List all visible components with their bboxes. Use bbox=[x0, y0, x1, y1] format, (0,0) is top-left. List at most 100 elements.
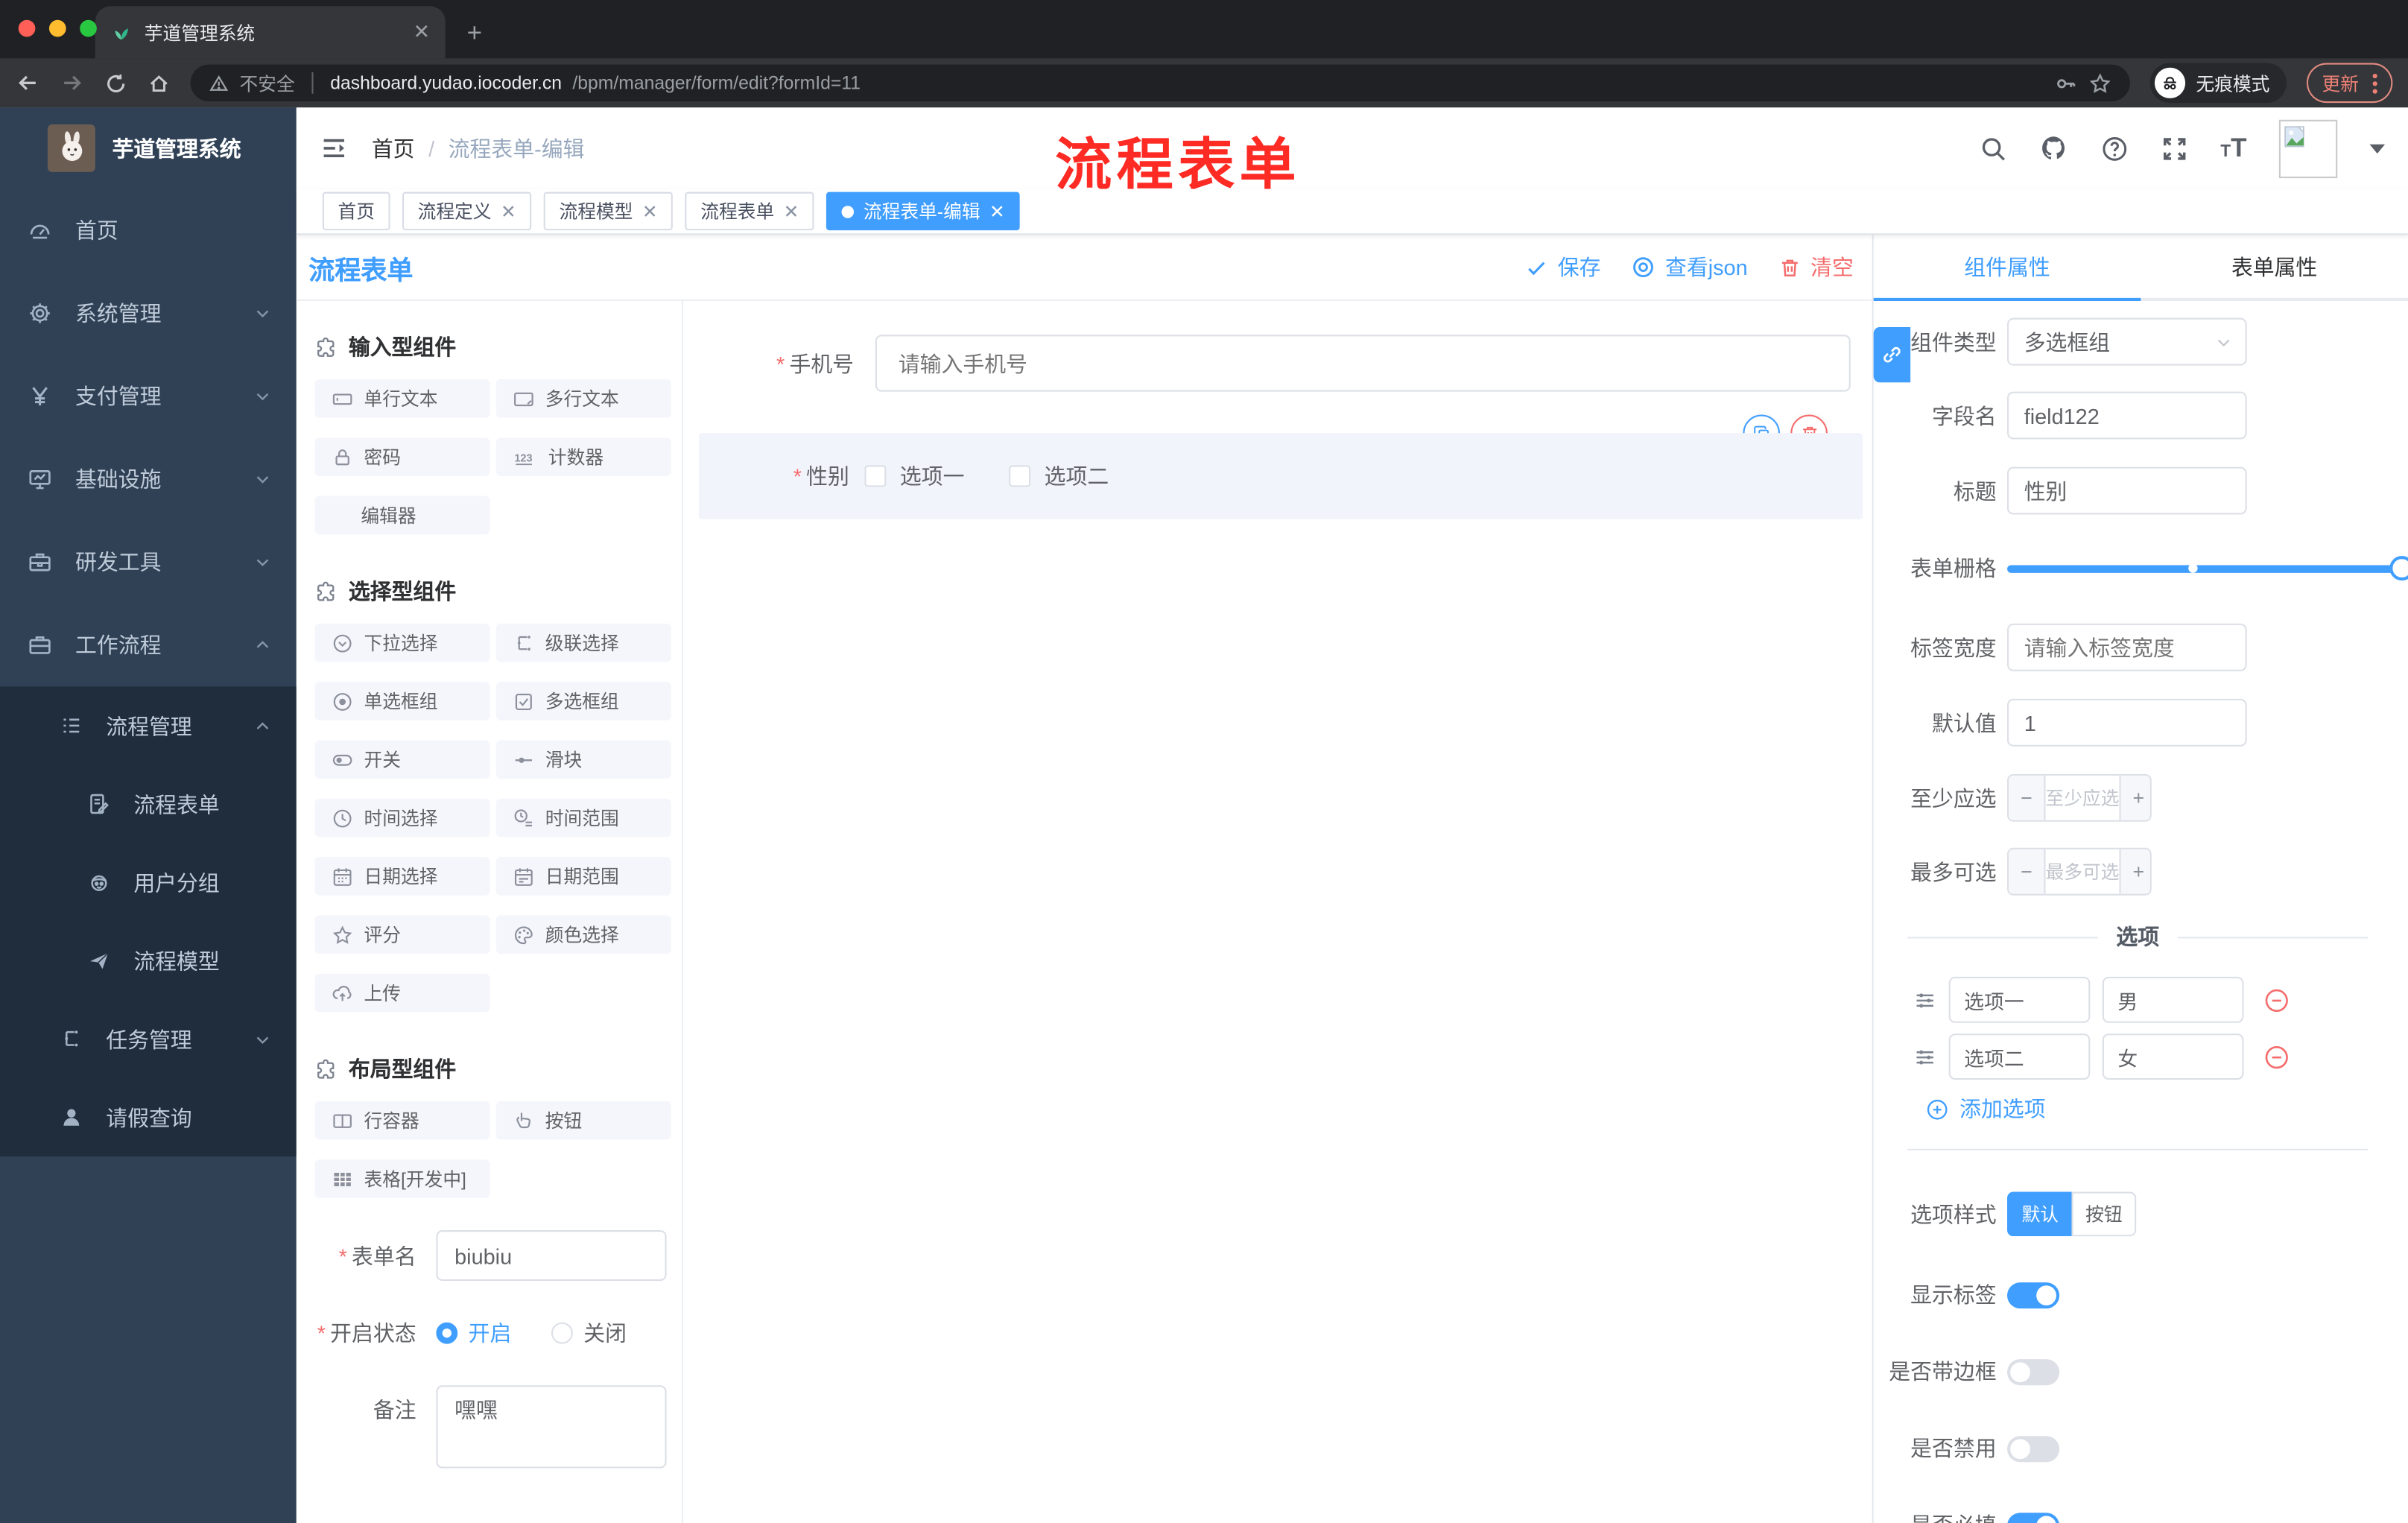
hamburger-icon[interactable] bbox=[320, 133, 349, 162]
tag-process-form[interactable]: 流程表单 ✕ bbox=[685, 191, 814, 231]
disabled-toggle[interactable] bbox=[2007, 1435, 2060, 1462]
tab-close-icon[interactable]: ✕ bbox=[414, 20, 430, 45]
avatar[interactable] bbox=[2278, 118, 2338, 178]
field-phone[interactable]: 手机号 bbox=[683, 335, 1851, 392]
tag-close-icon[interactable]: ✕ bbox=[501, 200, 516, 222]
sidebar-item-task-manage[interactable]: 任务管理 bbox=[0, 1000, 297, 1078]
style-button-button[interactable]: 按钮 bbox=[2071, 1191, 2137, 1237]
tag-home[interactable]: 首页 bbox=[322, 191, 390, 231]
sidebar-item-process-form[interactable]: 流程表单 bbox=[0, 764, 297, 843]
field-name-input[interactable] bbox=[2007, 391, 2247, 440]
form-canvas[interactable]: 手机号 性别 bbox=[683, 300, 1872, 1523]
bookmark-star-icon[interactable] bbox=[2088, 72, 2111, 95]
search-icon[interactable] bbox=[1980, 134, 2007, 162]
browser-tab[interactable]: 芋道管理系统 ✕ bbox=[95, 6, 446, 59]
back-icon[interactable] bbox=[16, 71, 40, 95]
tab-component-props[interactable]: 组件属性 bbox=[1873, 235, 2141, 301]
max-select-value[interactable]: 最多可选 bbox=[2045, 849, 2120, 894]
github-icon[interactable] bbox=[2039, 133, 2068, 162]
reload-icon[interactable] bbox=[104, 72, 127, 95]
tag-close-icon[interactable]: ✕ bbox=[784, 200, 799, 222]
component-row-container[interactable]: 行容器 bbox=[314, 1101, 490, 1140]
title-input[interactable] bbox=[2007, 466, 2247, 515]
slider-track[interactable] bbox=[2007, 564, 2402, 572]
component-cascader[interactable]: 级联选择 bbox=[495, 623, 671, 662]
sidebar-item-payment[interactable]: 支付管理 bbox=[0, 355, 297, 437]
security-label[interactable]: 不安全 bbox=[240, 70, 295, 96]
tag-process-definition[interactable]: 流程定义 ✕ bbox=[402, 191, 532, 231]
decrease-button[interactable]: − bbox=[2009, 775, 2046, 820]
component-slider[interactable]: 滑块 bbox=[495, 740, 671, 779]
browser-update-button[interactable]: 更新 bbox=[2306, 63, 2393, 104]
decrease-button[interactable]: − bbox=[2009, 849, 2046, 894]
component-time-range[interactable]: 时间范围 bbox=[495, 798, 671, 838]
password-key-icon[interactable] bbox=[2055, 72, 2078, 95]
browser-menu-icon[interactable] bbox=[2372, 72, 2377, 93]
phone-input[interactable] bbox=[875, 335, 1851, 392]
fullscreen-icon[interactable] bbox=[2161, 134, 2188, 162]
new-tab-button[interactable]: + bbox=[454, 14, 495, 54]
view-json-button[interactable]: 查看json bbox=[1632, 252, 1748, 282]
component-single-text[interactable]: 单行文本 bbox=[314, 379, 490, 418]
component-table[interactable]: 表格[开发中] bbox=[314, 1159, 490, 1198]
component-switch[interactable]: 开关 bbox=[314, 740, 490, 779]
home-icon[interactable] bbox=[148, 72, 171, 95]
component-type-select[interactable]: 多选框组 bbox=[2007, 317, 2247, 366]
sidebar-item-process-manage[interactable]: 流程管理 bbox=[0, 686, 297, 764]
sidebar-item-infra[interactable]: 基础设施 bbox=[0, 437, 297, 520]
help-icon[interactable] bbox=[2100, 134, 2128, 162]
component-counter[interactable]: 123 计数器 bbox=[495, 437, 671, 476]
border-toggle[interactable] bbox=[2007, 1358, 2060, 1385]
component-time-picker[interactable]: 时间选择 bbox=[314, 798, 490, 838]
option-value-input[interactable] bbox=[2102, 1033, 2244, 1080]
increase-button[interactable]: + bbox=[2119, 775, 2150, 820]
remove-option-button[interactable] bbox=[2263, 1044, 2290, 1070]
gender-option1-checkbox[interactable]: 选项一 bbox=[864, 460, 964, 491]
close-window-button[interactable] bbox=[18, 19, 36, 37]
component-date-picker[interactable]: 日期选择 bbox=[314, 857, 490, 896]
component-radio-group[interactable]: 单选框组 bbox=[314, 682, 490, 721]
drag-handle-icon[interactable] bbox=[1913, 988, 1936, 1011]
sidebar-item-user-group[interactable]: 用户分组 bbox=[0, 843, 297, 922]
minimize-window-button[interactable] bbox=[48, 19, 66, 37]
sidebar-item-process-model[interactable]: 流程模型 bbox=[0, 922, 297, 1000]
tag-close-icon[interactable]: ✕ bbox=[642, 200, 658, 222]
component-rate[interactable]: 评分 bbox=[314, 915, 490, 954]
sidebar-item-devtools[interactable]: 研发工具 bbox=[0, 521, 297, 604]
clear-button[interactable]: 清空 bbox=[1778, 252, 1854, 282]
tab-form-props[interactable]: 表单属性 bbox=[2141, 235, 2408, 298]
tag-close-icon[interactable]: ✕ bbox=[989, 200, 1005, 222]
save-button[interactable]: 保存 bbox=[1525, 252, 1600, 282]
avatar-caret-icon[interactable] bbox=[2369, 143, 2386, 153]
increase-button[interactable]: + bbox=[2119, 849, 2150, 894]
component-checkbox-group[interactable]: 多选框组 bbox=[495, 682, 671, 721]
component-upload[interactable]: 上传 bbox=[314, 973, 490, 1013]
form-name-input[interactable] bbox=[436, 1230, 667, 1282]
component-select[interactable]: 下拉选择 bbox=[314, 623, 490, 662]
app-logo[interactable]: 芋道管理系统 bbox=[0, 107, 297, 189]
maximize-window-button[interactable] bbox=[80, 19, 97, 37]
drag-handle-icon[interactable] bbox=[1913, 1045, 1936, 1068]
option-label-input[interactable] bbox=[1948, 976, 2091, 1023]
show-label-toggle[interactable] bbox=[2007, 1282, 2060, 1308]
forward-icon[interactable] bbox=[60, 71, 84, 95]
add-option-button[interactable]: 添加选项 bbox=[1926, 1094, 2408, 1124]
component-button[interactable]: 按钮 bbox=[495, 1101, 671, 1140]
remove-option-button[interactable] bbox=[2263, 987, 2290, 1013]
link-tab[interactable] bbox=[1873, 327, 1911, 383]
field-gender-selected[interactable]: 性别 选项一 选项二 bbox=[698, 433, 1863, 519]
component-multi-text[interactable]: 多行文本 bbox=[495, 379, 671, 418]
breadcrumb-home[interactable]: 首页 bbox=[372, 133, 415, 163]
component-date-range[interactable]: 日期范围 bbox=[495, 857, 671, 896]
checkbox[interactable] bbox=[1009, 465, 1031, 487]
sidebar-item-leave-query[interactable]: 请假查询 bbox=[0, 1078, 297, 1156]
form-grid-slider[interactable] bbox=[2007, 550, 2408, 586]
form-remark-textarea[interactable]: 嘿嘿 bbox=[436, 1385, 667, 1469]
label-width-input[interactable] bbox=[2007, 623, 2247, 671]
required-toggle[interactable] bbox=[2007, 1512, 2060, 1523]
status-radio-on[interactable]: 开启 bbox=[436, 1318, 511, 1349]
sidebar-item-system[interactable]: 系统管理 bbox=[0, 272, 297, 355]
style-default-button[interactable]: 默认 bbox=[2007, 1191, 2072, 1237]
gender-option2-checkbox[interactable]: 选项二 bbox=[1009, 460, 1109, 491]
status-radio-off[interactable]: 关闭 bbox=[551, 1318, 627, 1349]
